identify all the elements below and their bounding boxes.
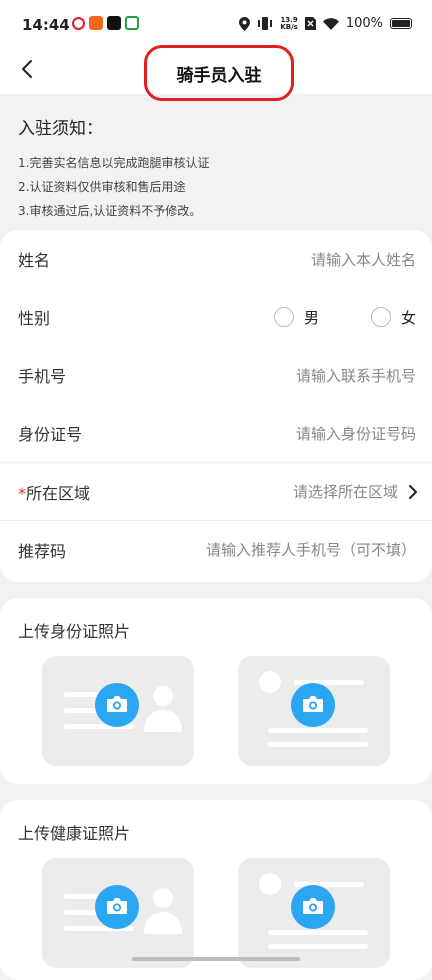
emblem-placeholder-icon [259,671,281,693]
health-placeholder-line [268,930,368,935]
id-number-input[interactable]: 请输入身份证号码 [296,423,416,444]
id-number-row[interactable]: 身份证号 请输入身份证号码 [0,404,432,462]
nav-bar: 骑手员入驻 [0,45,432,101]
referral-label: 推荐码 [18,541,67,561]
notice-line-2: 2.认证资料仅供审核和售后用途 [18,180,186,194]
camera-icon[interactable] [291,683,335,727]
notice-line-3: 3.审核通过后,认证资料不予修改。 [18,204,202,218]
emblem-placeholder-icon [259,873,281,895]
app-notification-icon [89,16,103,30]
referral-row[interactable]: 推荐码 请输入推荐人手机号（可不填） [0,520,432,578]
notice-heading: 入驻须知： [18,119,103,139]
person-silhouette-icon [144,888,182,934]
referral-input[interactable]: 请输入推荐人手机号（可不填） [206,539,416,560]
name-label: 姓名 [18,251,51,270]
phone-input[interactable]: 请输入联系手机号 [296,365,416,386]
location-icon [239,16,251,31]
gender-female-label[interactable]: 女 [401,307,416,328]
name-row[interactable]: 姓名 请输入本人姓名 [0,230,432,288]
phone-label: 手机号 [18,367,67,386]
region-label-text: 所在区域 [26,483,91,503]
status-time: 14:44 [22,16,70,34]
region-select[interactable]: 请选择所在区域 [293,481,398,502]
home-indicator[interactable] [132,957,300,961]
id-placeholder-line [268,742,368,747]
phone-row[interactable]: 手机号 请输入联系手机号 [0,346,432,404]
vibrate-icon [258,17,273,30]
id-front-upload[interactable] [42,656,194,766]
gender-label: 性别 [18,309,51,328]
region-row[interactable]: *所在区域 请选择所在区域 [0,462,432,520]
speed-unit: KB/s [280,22,298,31]
id-number-label: 身份证号 [18,425,83,444]
id-back-upload[interactable] [238,656,390,766]
status-bar: 14:44 13.9 KB/s 100% [0,0,432,48]
camera-icon[interactable] [291,885,335,929]
camera-icon[interactable] [95,885,139,929]
notice-line-1: 1.完善实名信息以完成跑腿审核认证 [18,156,210,170]
upload-id-title: 上传身份证照片 [18,622,131,641]
battery-icon [390,18,412,29]
health-front-upload[interactable] [42,858,194,968]
network-speed: 13.9 KB/s [280,16,298,31]
gender-male-radio[interactable] [274,307,294,327]
region-label: *所在区域 [18,480,90,504]
upload-id-card: 上传身份证照片 [0,598,432,784]
health-placeholder-line [268,944,368,949]
map-app-icon [125,16,139,30]
upload-health-title: 上传健康证照片 [18,824,131,843]
gender-female-radio[interactable] [371,307,391,327]
weibo-icon [72,16,85,30]
page-title: 骑手员入驻 [176,65,262,86]
name-input[interactable]: 请输入本人姓名 [311,249,416,270]
wifi-icon [322,17,339,30]
camera-icon[interactable] [95,683,139,727]
health-back-upload[interactable] [238,858,390,968]
upload-health-card: 上传健康证照片 [0,800,432,980]
battery-percent: 100% [345,16,383,31]
id-placeholder-line [268,728,368,733]
tiktok-icon [107,16,121,30]
info-form-card: 姓名 请输入本人姓名 性别 男 女 手机号 请输入联系手机号 身份证号 请输入身… [0,230,432,582]
person-silhouette-icon [144,686,182,732]
title-highlight: 骑手员入驻 [144,45,294,101]
gender-male-label[interactable]: 男 [304,307,319,328]
back-arrow-icon[interactable] [16,57,40,81]
sim-icon [304,17,316,30]
chevron-right-icon[interactable] [408,484,418,500]
gender-row: 性别 男 女 [0,288,432,346]
notice-section: 入驻须知： 1.完善实名信息以完成跑腿审核认证 2.认证资料仅供审核和售后用途 … [0,94,432,234]
notification-icons [72,16,139,30]
system-status: 13.9 KB/s 100% [239,16,412,31]
required-mark: * [18,483,26,503]
